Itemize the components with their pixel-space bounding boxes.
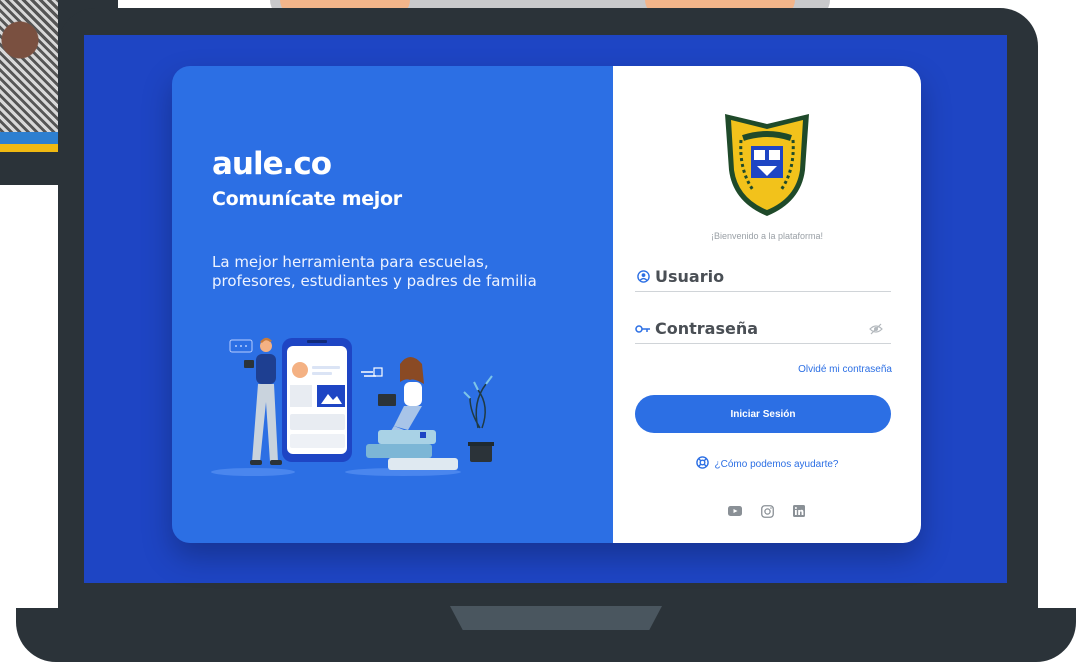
username-label: Usuario xyxy=(655,267,725,286)
key-icon xyxy=(635,321,651,337)
welcome-text: ¡Bienvenido a la plataforma! xyxy=(710,231,824,241)
username-field[interactable]: Usuario xyxy=(635,262,891,292)
login-panel: ¡Bienvenido a la plataforma! Usuario Con… xyxy=(613,66,921,543)
page-background: aule.co Comunícate mejor La mejor herram… xyxy=(0,0,1088,662)
social-links xyxy=(613,504,921,518)
password-field[interactable]: Contraseña xyxy=(635,314,891,344)
brand-description: La mejor herramienta para escuelas, prof… xyxy=(212,253,537,290)
background-photo xyxy=(0,0,58,152)
forgot-password-link[interactable]: Olvidé mi contraseña xyxy=(798,364,892,375)
eye-off-icon[interactable] xyxy=(869,322,883,336)
user-circle-icon xyxy=(635,269,651,285)
people-with-devices-illustration xyxy=(211,337,494,476)
login-button[interactable]: Iniciar Sesión xyxy=(635,395,891,433)
instagram-icon[interactable] xyxy=(760,504,774,518)
password-label: Contraseña xyxy=(655,319,759,338)
background-photo-stripe xyxy=(0,132,58,144)
brand-name: aule.co xyxy=(212,146,332,182)
login-card: aule.co Comunícate mejor La mejor herram… xyxy=(172,66,921,543)
linkedin-icon[interactable] xyxy=(792,504,806,518)
brand-tagline: Comunícate mejor xyxy=(212,188,402,210)
help-link-label: ¿Cómo podemos ayudarte? xyxy=(714,458,839,470)
help-link[interactable]: ¿Cómo podemos ayudarte? xyxy=(613,456,921,472)
school-crest-logo xyxy=(725,114,809,216)
lifebuoy-icon xyxy=(695,456,709,472)
youtube-icon[interactable] xyxy=(728,504,742,518)
promo-panel: aule.co Comunícate mejor La mejor herram… xyxy=(172,66,613,543)
laptop-notch xyxy=(450,606,662,630)
